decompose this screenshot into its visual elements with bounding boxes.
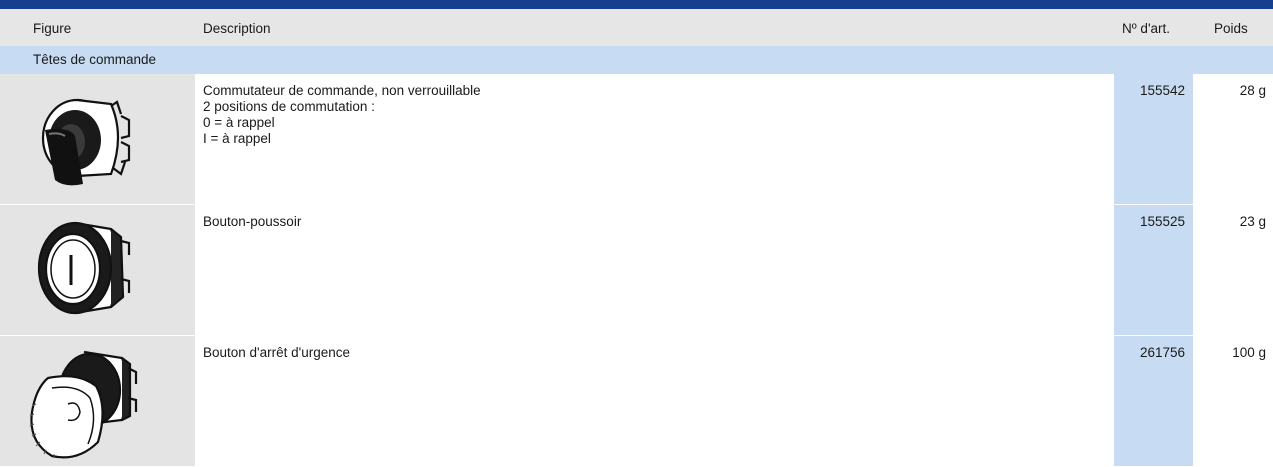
top-accent-bar [0,0,1273,9]
table-row: Bouton d'arrêt d'urgence 261756 100 g [0,336,1273,467]
description-cell: Commutateur de commande, non verrouillab… [203,83,1103,147]
weight-value: 100 g [1232,345,1266,360]
table-row: Commutateur de commande, non verrouillab… [0,74,1273,205]
description-cell: Bouton-poussoir [203,214,1103,230]
article-number-cell: 155542 [1114,74,1193,204]
description-line: 2 positions de commutation : [203,99,375,114]
weight-value: 23 g [1239,214,1266,229]
table-row: Bouton-poussoir 155525 23 g [0,205,1273,336]
description-line: Bouton-poussoir [203,214,302,229]
header-weight: Poids [1214,21,1248,36]
description-line: Commutateur de commande, non verrouillab… [203,83,481,98]
weight-value: 28 g [1239,83,1266,98]
figure-cell [0,74,195,204]
category-row: Têtes de commande [0,46,1273,74]
table-header: Figure Description Nº d'art. Poids [0,9,1273,46]
description-cell: Bouton d'arrêt d'urgence [203,345,1103,361]
push-button-icon [37,221,131,315]
category-label: Têtes de commande [33,52,157,67]
article-number: 155525 [1139,214,1185,229]
description-line: Bouton d'arrêt d'urgence [203,345,351,360]
figure-cell [0,336,195,466]
weight-cell: 28 g [1193,74,1266,204]
header-article-no: Nº d'art. [1122,21,1171,36]
emergency-stop-button-icon [29,350,138,459]
weight-cell: 23 g [1193,205,1266,335]
article-number-cell: 261756 [1114,336,1193,466]
article-number-cell: 155525 [1114,205,1193,335]
weight-cell: 100 g [1193,336,1266,466]
header-description: Description [203,21,271,36]
rotary-selector-switch-icon [41,98,131,186]
description-line: I = à rappel [203,131,271,146]
article-number: 155542 [1139,83,1185,98]
product-table: Figure Description Nº d'art. Poids Têtes… [0,9,1273,467]
figure-cell [0,205,195,335]
header-figure: Figure [33,21,72,36]
article-number: 261756 [1139,345,1185,360]
description-line: 0 = à rappel [203,115,275,130]
